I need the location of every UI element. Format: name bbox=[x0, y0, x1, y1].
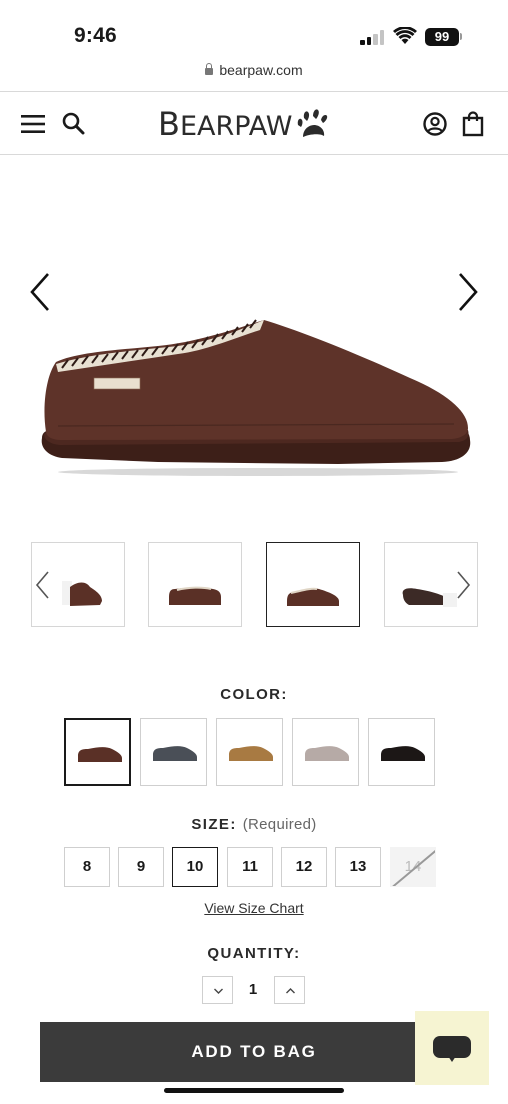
chevron-left-icon[interactable] bbox=[34, 570, 52, 600]
color-swatch-mushroom[interactable] bbox=[292, 718, 359, 786]
cellular-signal-icon bbox=[360, 30, 386, 45]
chat-bubble-icon bbox=[433, 1036, 471, 1062]
size-label: SIZE: (Required) bbox=[0, 816, 508, 833]
search-icon bbox=[62, 112, 85, 135]
account-button[interactable] bbox=[421, 110, 449, 138]
thumbnail-3[interactable] bbox=[266, 542, 360, 627]
thumbnail-strip bbox=[0, 542, 508, 628]
size-required-text: (Required) bbox=[242, 816, 317, 833]
paw-icon bbox=[297, 109, 327, 137]
thumbnail-image bbox=[287, 587, 339, 606]
size-option-8[interactable]: 8 bbox=[64, 847, 110, 887]
size-label-text: SIZE: bbox=[191, 816, 237, 833]
menu-icon bbox=[21, 115, 45, 133]
wifi-icon bbox=[393, 27, 417, 44]
bag-icon bbox=[462, 111, 484, 137]
thumbnail-2[interactable] bbox=[148, 542, 242, 627]
chat-button[interactable] bbox=[415, 1011, 489, 1085]
lock-icon bbox=[205, 63, 214, 75]
product-image-slipper bbox=[41, 319, 471, 476]
account-icon bbox=[423, 112, 447, 136]
logo-wordmark: BEARPAW bbox=[158, 105, 293, 143]
color-label: COLOR: bbox=[220, 686, 288, 703]
color-swatch-chocolate[interactable] bbox=[64, 718, 131, 786]
search-button[interactable] bbox=[60, 110, 88, 138]
battery-indicator: 99 bbox=[425, 28, 459, 46]
size-option-12[interactable]: 12 bbox=[281, 847, 327, 887]
view-size-chart-link[interactable]: View Size Chart bbox=[0, 900, 508, 916]
swatch-image bbox=[305, 746, 349, 761]
color-swatch-hickory[interactable] bbox=[216, 718, 283, 786]
size-option-13[interactable]: 13 bbox=[335, 847, 381, 887]
thumbnail-image bbox=[169, 586, 221, 605]
browser-url-bar[interactable]: bearpaw.com bbox=[0, 62, 508, 88]
bearpaw-logo[interactable]: BEARPAW bbox=[158, 105, 329, 143]
size-option-10[interactable]: 10 bbox=[172, 847, 218, 887]
battery-cap bbox=[460, 33, 462, 40]
menu-button[interactable] bbox=[19, 110, 47, 138]
swatch-image bbox=[229, 746, 273, 761]
chevron-down-icon bbox=[214, 988, 223, 994]
quantity-decrease-button[interactable] bbox=[202, 976, 233, 1004]
size-option-9[interactable]: 9 bbox=[118, 847, 164, 887]
status-bar: 9:46 99 bbox=[0, 0, 508, 60]
color-swatch-charcoal[interactable] bbox=[140, 718, 207, 786]
home-indicator[interactable] bbox=[164, 1088, 344, 1093]
color-swatch-black[interactable] bbox=[368, 718, 435, 786]
size-option-14-unavailable: 14 bbox=[390, 847, 436, 887]
url-text: bearpaw.com bbox=[219, 62, 303, 78]
add-to-bag-button[interactable]: ADD TO BAG bbox=[40, 1022, 468, 1082]
swatch-image bbox=[381, 746, 425, 761]
quantity-value[interactable]: 1 bbox=[233, 981, 273, 998]
status-time: 9:46 bbox=[74, 24, 117, 47]
bag-button[interactable] bbox=[459, 110, 487, 138]
swatch-image bbox=[153, 746, 197, 761]
chevron-right-icon[interactable] bbox=[454, 570, 472, 600]
quantity-increase-button[interactable] bbox=[274, 976, 305, 1004]
product-hero-gallery[interactable] bbox=[0, 156, 508, 526]
quantity-label: QUANTITY: bbox=[207, 945, 301, 962]
chevron-up-icon bbox=[286, 988, 295, 994]
size-option-11[interactable]: 11 bbox=[227, 847, 273, 887]
swatch-image bbox=[78, 747, 122, 762]
site-header: BEARPAW bbox=[0, 91, 508, 155]
